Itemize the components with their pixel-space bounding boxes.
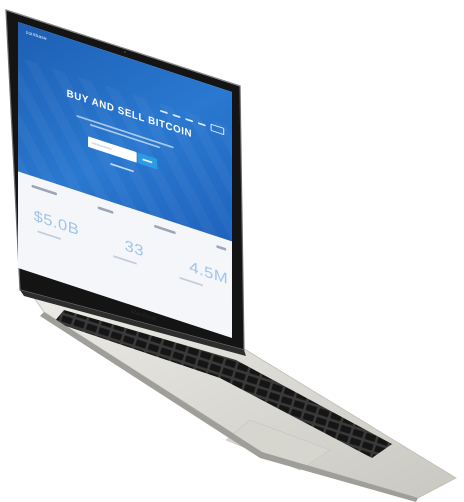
laptop-scene: coinbase BUY AND SELL BITCOIN $5.0B 33 4… [0,0,464,502]
stat-label [154,224,176,235]
stat-label [31,184,57,196]
nav-link[interactable] [197,122,206,127]
signup-button[interactable] [137,152,158,170]
nav-link[interactable] [185,118,194,123]
stat-label [216,245,227,251]
stat-value: $5.0B [33,207,80,239]
email-input[interactable] [88,136,137,163]
nav-link[interactable] [172,113,181,119]
stat-value: 33 [124,236,144,261]
camera [123,50,127,54]
nav-signup-button[interactable] [210,123,225,136]
site-logo[interactable]: coinbase [26,30,47,42]
hero-link[interactable] [110,162,134,173]
stat-label [97,206,114,214]
nav-link[interactable] [160,109,168,115]
